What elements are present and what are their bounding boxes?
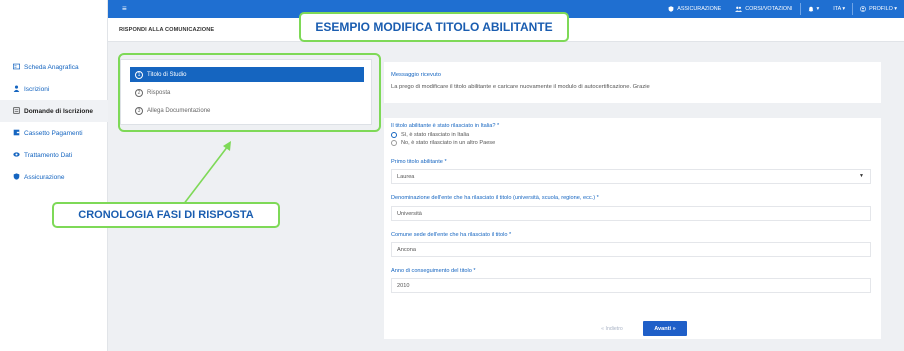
user-icon	[12, 85, 21, 94]
hamburger-icon[interactable]: ≡	[122, 4, 127, 13]
profile-icon	[860, 6, 867, 12]
sidebar-item-label: Cassetto Pagamenti	[24, 129, 83, 137]
radio-label: No, è stato rilasciato in un altro Paese	[401, 140, 496, 146]
input-value: Università	[397, 210, 422, 217]
nav-assicurazione[interactable]: ASSICURAZIONE	[661, 0, 728, 18]
radio-button[interactable]	[391, 140, 397, 146]
question-italy-label: Il titolo abilitante è stato rilasciato …	[391, 123, 500, 129]
comune-label: Comune sede dell'ente che ha rilasciato …	[391, 232, 512, 238]
id-card-icon	[12, 63, 21, 72]
message-title: Messaggio ricevuto	[391, 72, 441, 78]
sidebar-menu: Scheda Anagrafica Iscrizioni Domande di …	[0, 56, 108, 188]
sidebar-item-label: Domande di Iscrizione	[24, 107, 93, 115]
breadcrumb: RISPONDI ALLA COMUNICAZIONE	[119, 27, 215, 33]
sidebar-item-label: Iscrizioni	[24, 85, 50, 93]
radio-label: Sì, è stato rilasciato in Italia	[401, 132, 470, 138]
message-body: La prego di modificare il titolo abilita…	[391, 84, 650, 90]
anno-input[interactable]: 2010	[391, 278, 871, 293]
nav-notifications[interactable]: ▾	[801, 0, 827, 18]
document-icon	[12, 106, 21, 116]
nav-profilo[interactable]: PROFILO ▾	[853, 0, 904, 18]
ente-label: Denominazione dell'ente che ha rilasciat…	[391, 195, 599, 201]
ente-input[interactable]: Università	[391, 206, 871, 221]
sidebar-item-label: Trattamento Dati	[24, 151, 73, 159]
annotation-steps-highlight	[118, 53, 381, 132]
shield-icon	[668, 6, 674, 12]
radio-no-other-country[interactable]: No, è stato rilasciato in un altro Paese	[391, 140, 495, 146]
nav-label: CORSI/VOTAZIONI	[745, 6, 793, 12]
nav-language[interactable]: ITA ▾	[826, 0, 852, 18]
primo-titolo-label: Primo titolo abilitante *	[391, 159, 447, 165]
select-value: Laurea	[397, 173, 415, 180]
nav-label: ITA ▾	[833, 6, 846, 12]
sidebar-item-trattamento-dati[interactable]: Trattamento Dati	[0, 144, 108, 166]
nav-label: PROFILO ▾	[869, 6, 897, 12]
shield-icon	[12, 172, 21, 182]
sidebar: Scheda Anagrafica Iscrizioni Domande di …	[0, 0, 108, 351]
message-card: Messaggio ricevuto La prego di modificar…	[384, 62, 881, 103]
top-nav: ASSICURAZIONE CORSI/VOTAZIONI ▾ ITA ▾ PR…	[661, 0, 904, 18]
bell-icon	[808, 6, 813, 12]
nav-label: ASSICURAZIONE	[677, 6, 722, 12]
form-card: Il titolo abilitante è stato rilasciato …	[384, 118, 881, 339]
sidebar-item-label: Assicurazione	[24, 173, 65, 181]
annotation-steps-label: CRONOLOGIA FASI DI RISPOSTA	[52, 202, 280, 228]
sidebar-item-assicurazione[interactable]: Assicurazione	[0, 166, 108, 188]
sidebar-item-scheda-anagrafica[interactable]: Scheda Anagrafica	[0, 56, 108, 78]
anno-label: Anno di conseguimento del titolo *	[391, 268, 476, 274]
input-value: Ancona	[397, 246, 416, 253]
sidebar-item-iscrizioni[interactable]: Iscrizioni	[0, 78, 108, 100]
eye-icon	[12, 151, 21, 160]
back-button[interactable]: « Indietro	[592, 322, 632, 335]
nav-label: ▾	[816, 6, 820, 12]
wallet-icon	[12, 129, 21, 138]
sidebar-item-cassetto-pagamenti[interactable]: Cassetto Pagamenti	[0, 122, 108, 144]
input-value: 2010	[397, 282, 410, 289]
sidebar-item-domande-di-iscrizione[interactable]: Domande di Iscrizione	[0, 100, 108, 122]
primo-titolo-select[interactable]: Laurea ▼	[391, 169, 871, 184]
radio-yes-italy[interactable]: Sì, è stato rilasciato in Italia	[391, 132, 469, 138]
radio-button-selected[interactable]	[391, 132, 397, 138]
annotation-title: ESEMPIO MODIFICA TITOLO ABILITANTE	[299, 12, 569, 42]
next-button[interactable]: Avanti »	[643, 321, 687, 336]
users-icon	[735, 6, 743, 12]
caret-down-icon: ▼	[859, 173, 864, 179]
nav-corsi-votazioni[interactable]: CORSI/VOTAZIONI	[728, 0, 799, 18]
sidebar-item-label: Scheda Anagrafica	[24, 63, 79, 71]
comune-input[interactable]: Ancona	[391, 242, 871, 257]
